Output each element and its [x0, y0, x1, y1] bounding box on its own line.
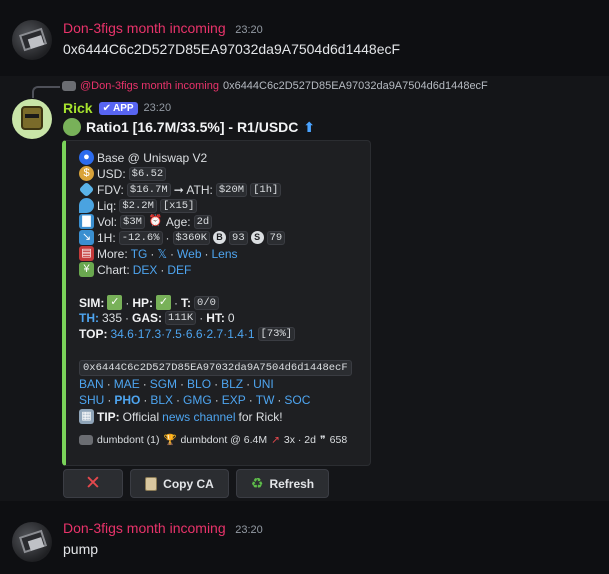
- message-text: 0x6444C6c2D527D85EA97032da9A7504d6d1448e…: [63, 41, 401, 57]
- contract-row: 0x6444C6c2D527D85EA97032da9A7504d6d1448e…: [79, 360, 352, 376]
- timestamp: 23:20: [235, 24, 263, 36]
- chain-row: ● Base @ Uniswap V2: [79, 150, 207, 165]
- bots-row-1: BAN · MAE · SGM · BLO · BLZ · UNI: [79, 377, 274, 391]
- buy-icon: B: [213, 231, 227, 244]
- copy-ca-button[interactable]: Copy CA: [130, 469, 229, 498]
- link-lens[interactable]: Lens: [212, 247, 238, 261]
- reply-connector: [32, 86, 60, 98]
- trophy-icon: 🏆: [163, 434, 177, 446]
- tip-row: ▦ TIP: Official news channel for Rick!: [79, 409, 283, 424]
- liq-row: Liq: $2.2M [x15]: [79, 198, 198, 213]
- green-circle-icon: [63, 118, 81, 136]
- timestamp: 23:20: [235, 524, 263, 536]
- top-row: TOP: 34.6·17.3·7.5·6.6·2.7·1.4·1 [73%]: [79, 327, 296, 341]
- calendar-icon: ▤: [79, 246, 94, 261]
- reply-mention[interactable]: @Don-3figs month incoming: [80, 80, 219, 92]
- usd-row: $ USD: $6.52: [79, 166, 167, 181]
- username[interactable]: Don-3figs month incoming: [63, 20, 226, 36]
- link-x[interactable]: 𝕏: [157, 247, 167, 261]
- usd-value: $6.52: [128, 166, 167, 181]
- check-icon: ✔: [102, 102, 111, 114]
- message-text: pump: [63, 541, 99, 557]
- quote-icon: ❞: [320, 433, 326, 446]
- refresh-button[interactable]: ♻ Refresh: [236, 469, 329, 498]
- more-row: ▤ More: TG · 𝕏 · Web · Lens: [79, 246, 238, 261]
- x-icon: ✕: [85, 473, 101, 494]
- bot-timestamp: 23:20: [143, 102, 172, 114]
- hour-row: ↘ 1H: -12.6% · $360K B 93 S 79: [79, 230, 286, 245]
- bot-link-ban[interactable]: BAN: [79, 377, 104, 391]
- check-icon: ✓: [156, 295, 172, 310]
- bot-avatar[interactable]: [12, 99, 52, 139]
- chart-up-icon: ↗: [271, 433, 280, 446]
- bot-link-mae[interactable]: MAE: [114, 377, 140, 391]
- link-tg[interactable]: TG: [131, 247, 148, 261]
- fdv-row: FDV: $16.7M ➞ ATH: $20M [1h]: [78, 181, 282, 198]
- chart-down-icon: ↘: [79, 230, 94, 245]
- reply-avatar-icon: [62, 81, 76, 91]
- chart-row: ¥ Chart: DEX · DEF: [79, 262, 191, 277]
- delete-button[interactable]: ✕: [63, 469, 123, 498]
- link-dex[interactable]: DEX: [133, 263, 158, 277]
- bots-row-2: SHU · PHO · BLX · GMG · EXP · TW · SOC: [79, 393, 311, 407]
- token-title: Ratio1 [16.7M/33.5%] - R1/USDC ⬆: [63, 118, 315, 136]
- bot-header: Rick ✔ APP 23:20: [63, 100, 171, 116]
- up-arrow-icon: ⬆: [303, 118, 316, 135]
- embed-footer: dumbdont (1) 🏆 dumbdont @ 6.4M ↗ 3x · 2d…: [79, 433, 347, 446]
- bot-link-pho[interactable]: PHO: [114, 393, 140, 407]
- gem-icon: [78, 181, 95, 198]
- yen-chart-icon: ¥: [79, 262, 94, 277]
- recycle-icon: ♻: [250, 475, 264, 491]
- sell-icon: S: [250, 231, 264, 244]
- bot-link-blo[interactable]: BLO: [187, 377, 211, 391]
- money-bag-icon: $: [79, 166, 94, 181]
- reply-text: 0x6444C6c2D527D85EA97032da9A7504d6d1448e…: [222, 80, 488, 92]
- username[interactable]: Don-3figs month incoming: [63, 520, 226, 536]
- bot-link-sgm[interactable]: SGM: [150, 377, 177, 391]
- user-avatar[interactable]: [12, 522, 52, 562]
- bot-name[interactable]: Rick: [63, 100, 93, 116]
- base-chain-icon: ●: [79, 150, 94, 165]
- check-icon: ✓: [107, 295, 123, 310]
- bot-link-uni[interactable]: UNI: [253, 377, 274, 391]
- user-avatar[interactable]: [12, 20, 52, 60]
- link-def[interactable]: DEF: [167, 263, 191, 277]
- bot-link-exp[interactable]: EXP: [222, 393, 246, 407]
- bot-link-tw[interactable]: TW: [256, 393, 275, 407]
- th-row: TH: 335 · GAS: 111K · HT: 0: [79, 311, 235, 325]
- top-holders-link[interactable]: 34.6·17.3·7.5·6.6·2.7·1.4·1: [110, 327, 254, 341]
- clipboard-icon: [145, 476, 158, 491]
- alarm-clock-icon: ⏰: [148, 215, 163, 227]
- link-web[interactable]: Web: [177, 247, 201, 261]
- news-channel-link[interactable]: news channel: [162, 410, 235, 424]
- reply-reference[interactable]: @Don-3figs month incoming 0x6444C6c2D527…: [62, 80, 488, 92]
- bot-link-blx[interactable]: BLX: [150, 393, 173, 407]
- app-badge: ✔ APP: [98, 101, 138, 115]
- contract-address[interactable]: 0x6444C6c2D527D85EA97032da9A7504d6d1448e…: [79, 360, 352, 376]
- bar-chart-icon: ▇: [79, 214, 94, 229]
- bot-link-gmg[interactable]: GMG: [183, 393, 212, 407]
- user-avatar-icon: [79, 434, 93, 445]
- sim-row: SIM: ✓ · HP: ✓ · T: 0/0: [79, 295, 219, 310]
- vol-row: ▇ Vol: $3M ⏰ Age: 2d: [79, 214, 213, 229]
- droplets-icon: [79, 198, 94, 213]
- bot-link-shu[interactable]: SHU: [79, 393, 104, 407]
- bot-link-soc[interactable]: SOC: [284, 393, 310, 407]
- newspaper-icon: ▦: [79, 409, 94, 424]
- token-embed: ● Base @ Uniswap V2 $ USD: $6.52 FDV: $1…: [62, 140, 371, 466]
- bot-link-blz[interactable]: BLZ: [221, 377, 243, 391]
